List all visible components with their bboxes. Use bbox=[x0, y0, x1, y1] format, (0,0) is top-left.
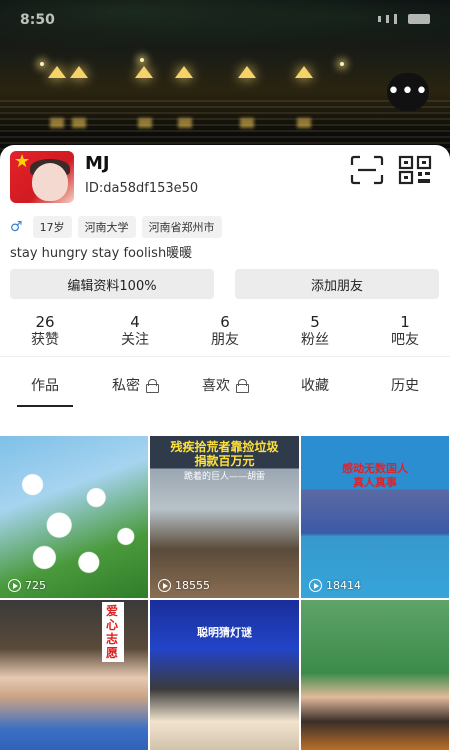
tab-label: 收藏 bbox=[301, 378, 329, 394]
tab-label: 历史 bbox=[391, 378, 419, 394]
caption-line: 残疾拾荒者靠捡垃圾 bbox=[170, 440, 279, 454]
male-icon: ♂ bbox=[10, 219, 23, 235]
stat-label: 粉丝 bbox=[301, 332, 329, 348]
tab-label: 作品 bbox=[31, 378, 59, 394]
video-thumbnail[interactable]: 聪明猜灯谜 bbox=[150, 600, 299, 750]
stat-number: 1 bbox=[400, 313, 410, 331]
tag-location[interactable]: 河南省郑州市 bbox=[141, 216, 222, 238]
stat-label: 获赞 bbox=[31, 332, 59, 348]
divider bbox=[0, 356, 450, 357]
video-thumbnail[interactable]: 725 bbox=[0, 436, 148, 598]
tag-school[interactable]: 河南大学 bbox=[77, 216, 136, 238]
content-tabs: 作品 私密 喜欢 收藏 历史 bbox=[0, 369, 450, 407]
profile-tags: ♂ 17岁 河南大学 河南省郑州市 bbox=[10, 216, 222, 238]
stat-following[interactable]: 4 关注 bbox=[90, 313, 180, 349]
video-grid: 725 残疾拾荒者靠捡垃圾 捐款百万元 跪着的巨人——胡雷 18555 感动无数… bbox=[0, 436, 450, 750]
stat-number: 6 bbox=[220, 313, 230, 331]
qr-code-icon[interactable] bbox=[398, 155, 432, 185]
tab-works[interactable]: 作品 bbox=[0, 369, 90, 407]
stat-likes[interactable]: 26 获赞 bbox=[0, 313, 90, 349]
video-thumbnail[interactable] bbox=[301, 600, 449, 750]
stat-label: 朋友 bbox=[211, 332, 239, 348]
profile-bio: stay hungry stay foolish暖暖 bbox=[10, 246, 193, 261]
view-count: 18414 bbox=[309, 579, 361, 592]
scan-icon[interactable] bbox=[350, 155, 384, 185]
status-time: 8:50 bbox=[20, 12, 55, 28]
stats-row: 26 获赞 4 关注 6 朋友 5 粉丝 1 吧友 bbox=[0, 313, 450, 349]
tab-likes[interactable]: 喜欢 bbox=[180, 369, 270, 401]
add-friend-button[interactable]: 添加朋友 bbox=[235, 269, 439, 299]
status-indicators bbox=[378, 14, 430, 24]
play-icon bbox=[8, 579, 21, 592]
video-caption: 聪明猜灯谜 bbox=[197, 626, 252, 639]
caption-line: 感动无数国人 bbox=[342, 462, 408, 475]
tab-history[interactable]: 历史 bbox=[360, 369, 450, 401]
video-thumbnail[interactable]: 感动无数国人 真人真事 18414 bbox=[301, 436, 449, 598]
avatar[interactable]: ★ bbox=[10, 151, 74, 203]
edit-profile-button[interactable]: 编辑资料100% bbox=[10, 269, 214, 299]
tab-label: 喜欢 bbox=[202, 378, 230, 394]
video-thumbnail[interactable]: 残疾拾荒者靠捡垃圾 捐款百万元 跪着的巨人——胡雷 18555 bbox=[150, 436, 299, 598]
video-caption: 感动无数国人 真人真事 bbox=[301, 462, 449, 490]
video-caption: 残疾拾荒者靠捡垃圾 捐款百万元 bbox=[158, 440, 291, 468]
stat-number: 4 bbox=[130, 313, 140, 331]
video-thumbnail[interactable]: 爱心志愿 bbox=[0, 600, 148, 750]
view-count-text: 18555 bbox=[175, 579, 210, 592]
more-dots-icon[interactable]: ••• bbox=[387, 73, 429, 111]
view-count-text: 725 bbox=[25, 579, 46, 592]
profile-id[interactable]: ID:da58df153e50 bbox=[85, 181, 198, 196]
stat-label: 吧友 bbox=[391, 332, 419, 348]
stat-friends[interactable]: 6 朋友 bbox=[180, 313, 270, 349]
stat-label: 关注 bbox=[121, 332, 149, 348]
stat-number: 5 bbox=[310, 313, 320, 331]
stat-fans[interactable]: 5 粉丝 bbox=[270, 313, 360, 349]
play-icon bbox=[158, 579, 171, 592]
profile-nickname: MJ bbox=[85, 153, 110, 174]
tab-favorites[interactable]: 收藏 bbox=[270, 369, 360, 401]
stat-bar-friends[interactable]: 1 吧友 bbox=[360, 313, 450, 349]
tab-label: 私密 bbox=[112, 378, 140, 394]
tab-private[interactable]: 私密 bbox=[90, 369, 180, 401]
video-caption: 爱心志愿 bbox=[102, 602, 124, 662]
lock-icon bbox=[145, 379, 159, 393]
play-icon bbox=[309, 579, 322, 592]
tag-age: 17岁 bbox=[32, 216, 72, 238]
caption-line: 捐款百万元 bbox=[194, 454, 255, 468]
view-count: 725 bbox=[8, 579, 46, 592]
stat-number: 26 bbox=[35, 313, 55, 331]
caption-line: 真人真事 bbox=[353, 476, 397, 489]
profile-card: ★ MJ ID:da58df153e50 ♂ 17岁 河南大学 河南省郑州市 s… bbox=[0, 145, 450, 750]
view-count-text: 18414 bbox=[326, 579, 361, 592]
view-count: 18555 bbox=[158, 579, 210, 592]
profile-banner: 8:50 ••• bbox=[0, 0, 450, 165]
lock-icon bbox=[235, 379, 249, 393]
caption-line: 跪着的巨人——胡雷 bbox=[183, 472, 265, 482]
